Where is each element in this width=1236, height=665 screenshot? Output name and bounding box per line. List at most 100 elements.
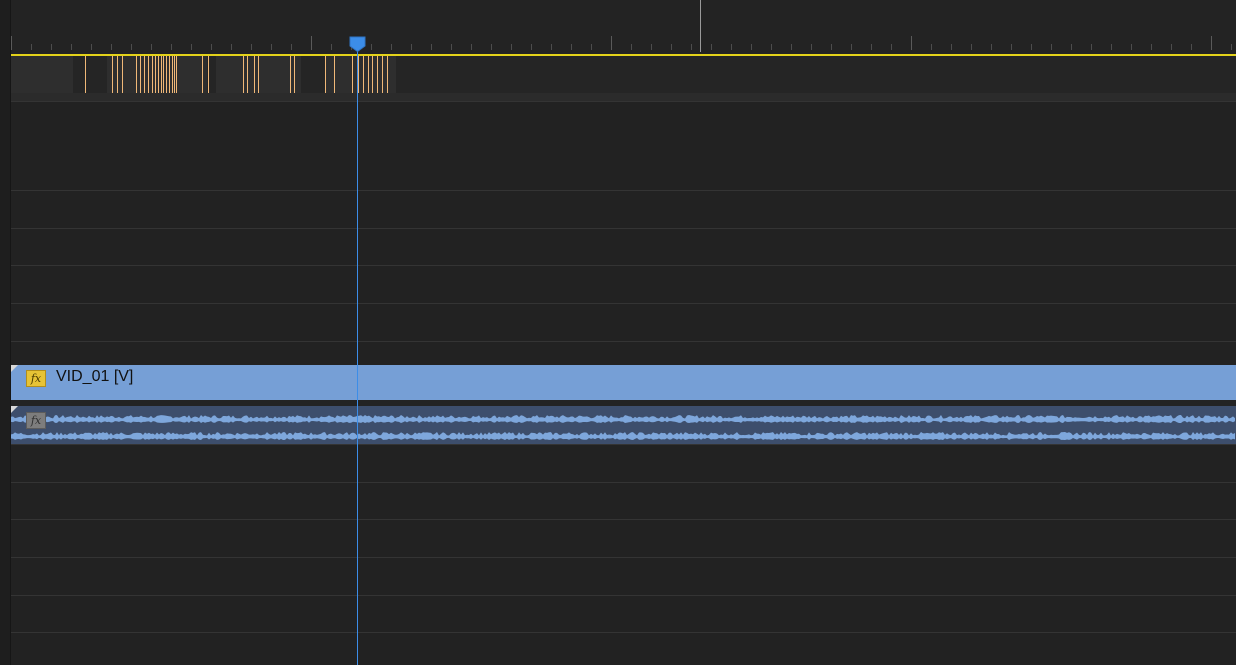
- ruler-tick: [1151, 44, 1152, 50]
- ruler-tick: [171, 44, 172, 50]
- ruler-tick: [1171, 44, 1172, 50]
- edit-marker: [290, 56, 291, 93]
- time-ruler[interactable]: [11, 0, 1236, 52]
- ruler-tick: [691, 44, 692, 50]
- video-track-row[interactable]: [11, 101, 1236, 191]
- audio-track-row[interactable]: [11, 519, 1236, 558]
- ruler-tick: [391, 44, 392, 50]
- video-clip[interactable]: fx VID_01 [V]: [11, 365, 1236, 400]
- edit-marker: [352, 56, 353, 93]
- ruler-major-tick: [1211, 36, 1212, 50]
- ruler-tick: [491, 44, 492, 50]
- edit-marker: [163, 56, 164, 93]
- ruler-tick: [591, 44, 592, 50]
- ruler-tick: [631, 44, 632, 50]
- audio-waveform: [11, 415, 1235, 440]
- ruler-tick: [1091, 44, 1092, 50]
- ruler-tick: [871, 44, 872, 50]
- edit-marker: [148, 56, 149, 93]
- ruler-tick: [331, 44, 332, 50]
- ruler-tick: [811, 44, 812, 50]
- waveform-channel: [11, 415, 1235, 423]
- edit-marker: [294, 56, 295, 93]
- audio-track-row[interactable]: [11, 444, 1236, 483]
- edit-marker: [136, 56, 137, 93]
- edit-marker: [377, 56, 378, 93]
- ruler-tick: [151, 44, 152, 50]
- clip-name-label: VID_01 [V]: [56, 368, 134, 385]
- sequence-end-marker[interactable]: [700, 0, 701, 52]
- ruler-tick: [1071, 44, 1072, 50]
- video-track-row[interactable]: [11, 228, 1236, 266]
- edit-marker: [334, 56, 335, 93]
- ruler-tick: [651, 44, 652, 50]
- edit-marker: [85, 56, 86, 93]
- edit-marker: [155, 56, 156, 93]
- marker-block: [11, 56, 73, 93]
- video-track-row[interactable]: [11, 265, 1236, 304]
- audio-track-row[interactable]: [11, 557, 1236, 596]
- edit-marker: [166, 56, 167, 93]
- ruler-tick: [451, 44, 452, 50]
- playhead-line[interactable]: [357, 42, 358, 665]
- clip-corner-icon: [11, 365, 18, 372]
- ruler-tick: [551, 44, 552, 50]
- ruler-tick: [751, 44, 752, 50]
- marker-block: [326, 56, 396, 93]
- waveform-channel: [11, 432, 1235, 440]
- ruler-tick: [891, 44, 892, 50]
- edit-marker: [363, 56, 364, 93]
- audio-track-row[interactable]: [11, 632, 1236, 665]
- ruler-tick: [771, 44, 772, 50]
- video-track-row[interactable]: [11, 341, 1236, 365]
- video-track-row[interactable]: [11, 190, 1236, 229]
- edit-marker: [169, 56, 170, 93]
- timeline-panel[interactable]: fx VID_01 [V] fx: [0, 0, 1236, 665]
- edit-marker: [176, 56, 177, 93]
- ruler-major-tick: [911, 36, 912, 50]
- edit-marker: [247, 56, 248, 93]
- ruler-tick: [1111, 44, 1112, 50]
- audio-track-row[interactable]: [11, 595, 1236, 633]
- playhead-icon[interactable]: [349, 36, 366, 52]
- audio-clip[interactable]: fx: [11, 406, 1236, 444]
- edit-marker: [358, 56, 359, 93]
- ruler-tick: [31, 44, 32, 50]
- ruler-tick: [91, 44, 92, 50]
- ruler-tick: [71, 44, 72, 50]
- ruler-major-tick: [11, 36, 12, 50]
- ruler-tick: [111, 44, 112, 50]
- ruler-tick: [251, 44, 252, 50]
- ruler-major-tick: [611, 36, 612, 50]
- ruler-tick: [951, 44, 952, 50]
- edit-marker: [325, 56, 326, 93]
- ruler-tick: [411, 44, 412, 50]
- ruler-tick: [191, 44, 192, 50]
- ruler-tick: [931, 44, 932, 50]
- ruler-tick: [791, 44, 792, 50]
- track-header-gutter[interactable]: [0, 0, 11, 665]
- audio-track-row[interactable]: [11, 482, 1236, 520]
- edit-marker: [117, 56, 118, 93]
- ruler-tick: [991, 44, 992, 50]
- edit-marker-strip: [11, 56, 1236, 93]
- ruler-tick: [831, 44, 832, 50]
- ruler-tick: [1011, 44, 1012, 50]
- edit-marker: [161, 56, 162, 93]
- edit-marker: [387, 56, 388, 93]
- ruler-tick: [1031, 44, 1032, 50]
- video-track-row[interactable]: [11, 303, 1236, 342]
- ruler-tick: [671, 44, 672, 50]
- fx-badge-icon[interactable]: fx: [26, 412, 46, 429]
- ruler-tick: [1191, 44, 1192, 50]
- edit-marker: [368, 56, 369, 93]
- edit-marker: [243, 56, 244, 93]
- edit-marker: [140, 56, 141, 93]
- ruler-tick: [1051, 44, 1052, 50]
- fx-badge-icon[interactable]: fx: [26, 370, 46, 387]
- edit-marker: [122, 56, 123, 93]
- edit-marker: [372, 56, 373, 93]
- ruler-tick: [1231, 44, 1232, 50]
- ruler-tick: [531, 44, 532, 50]
- ruler-tick: [1131, 44, 1132, 50]
